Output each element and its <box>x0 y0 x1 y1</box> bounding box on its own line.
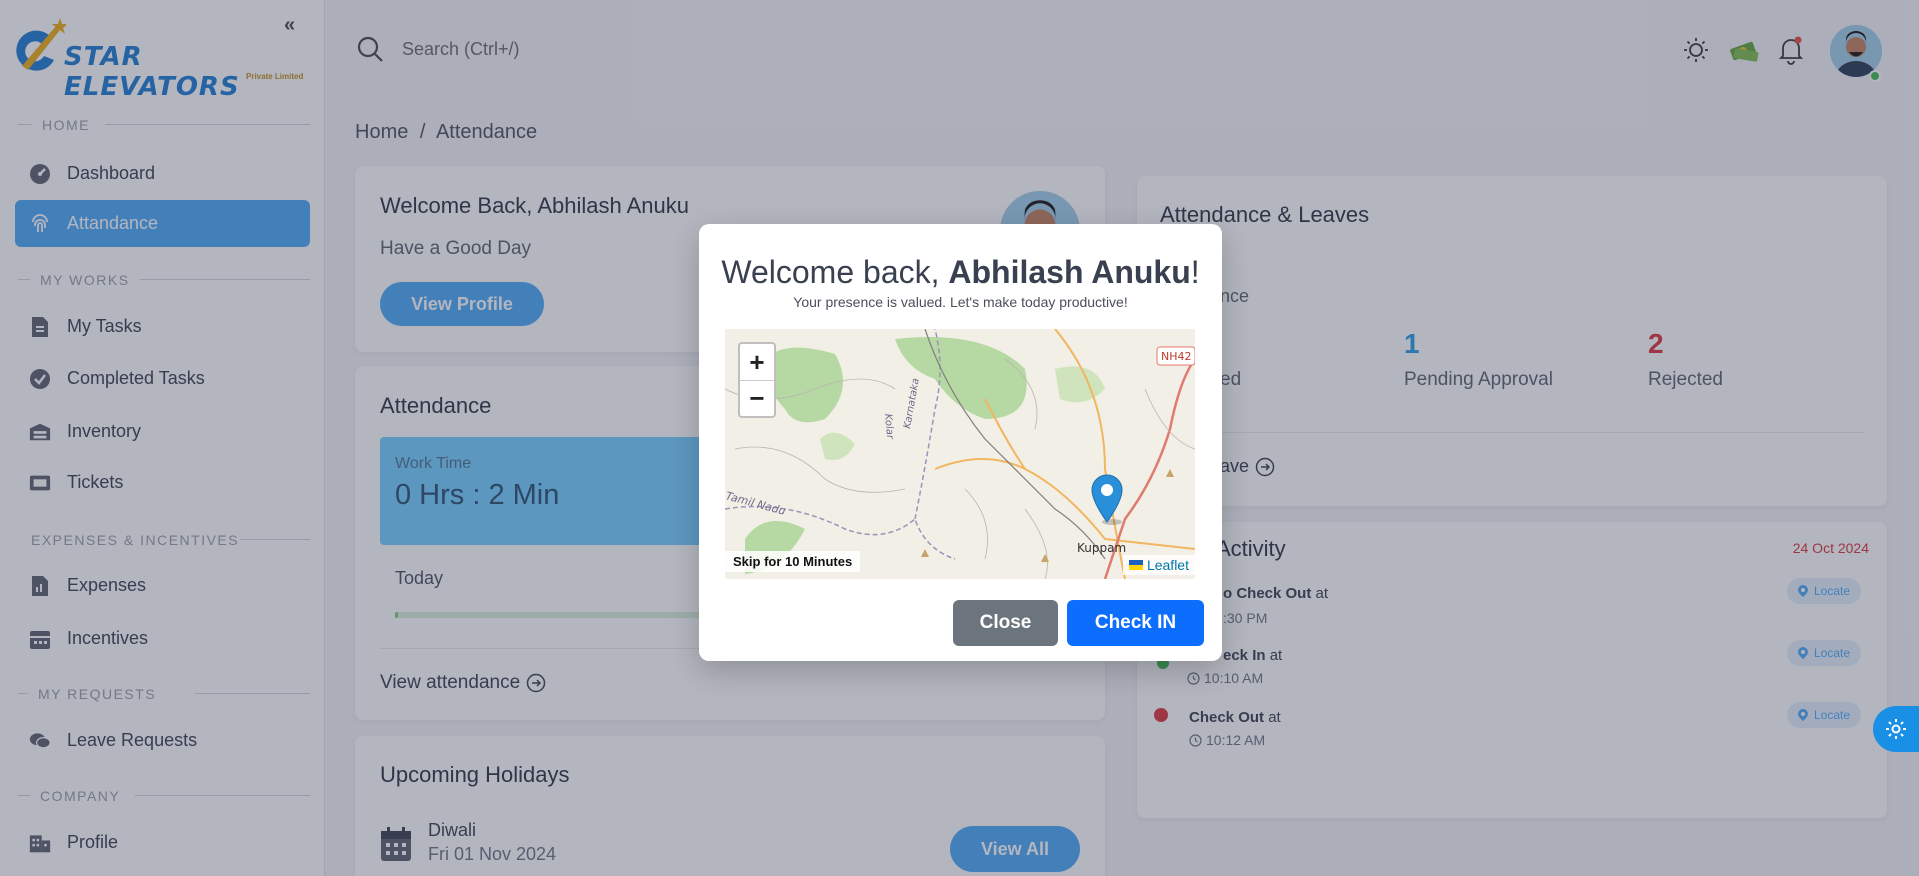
zoom-control: + − <box>738 342 776 418</box>
svg-text:Kuppam: Kuppam <box>1077 541 1126 555</box>
modal-title: Welcome back, Abhilash Anuku! <box>721 254 1200 290</box>
svg-text:NH42: NH42 <box>1161 350 1192 363</box>
zoom-in-button[interactable]: + <box>740 344 774 380</box>
zoom-out-button[interactable]: − <box>740 380 774 416</box>
map-tiles: NH42 Karnataka Kolar Tamil Nadu Kuppam <box>725 329 1195 579</box>
svg-text:Kolar: Kolar <box>882 413 895 440</box>
leaflet-link: Leaflet <box>1146 557 1189 573</box>
ukraine-flag-icon <box>1128 560 1143 570</box>
gear-icon[interactable] <box>1873 706 1919 752</box>
check-in-button[interactable]: Check IN <box>1067 600 1204 646</box>
checkin-modal: Welcome back, Abhilash Anuku! Your prese… <box>699 224 1222 661</box>
leaflet-attribution[interactable]: Leaflet <box>1122 555 1195 575</box>
map-marker-icon[interactable] <box>1090 474 1124 526</box>
modal-subtitle: Your presence is valued. Let's make toda… <box>793 294 1128 310</box>
location-map[interactable]: NH42 Karnataka Kolar Tamil Nadu Kuppam +… <box>725 329 1195 579</box>
skip-button[interactable]: Skip for 10 Minutes <box>725 551 861 572</box>
close-button[interactable]: Close <box>953 600 1058 646</box>
